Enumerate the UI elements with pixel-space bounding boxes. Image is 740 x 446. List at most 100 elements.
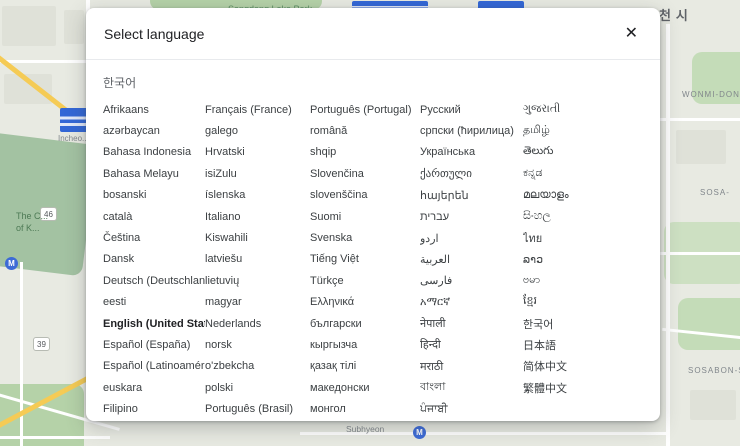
language-item[interactable]: فارسی [420,270,523,291]
language-item[interactable]: اردو [420,227,523,248]
language-item[interactable]: Ελληνικά [310,292,420,313]
language-item[interactable]: ਪੰਜਾਬੀ [420,398,523,419]
language-item[interactable]: മലയാളം [523,185,652,206]
language-column: Русский српски (ћирилица) Українська ქართულ… [420,99,523,420]
language-item[interactable]: العربية [420,249,523,270]
language-item[interactable]: Español (Latinoamérica) [103,356,205,377]
language-item[interactable]: հայերեն [420,185,523,206]
map-label-left-park: The C... of K... [16,210,48,234]
language-item[interactable]: қазақ тілі [310,356,420,377]
language-item[interactable]: ລາວ [523,249,652,270]
language-item[interactable]: Nederlands [205,313,310,334]
language-item[interactable]: Slovenčina [310,163,420,184]
language-item[interactable]: සිංහල [523,206,652,227]
language-item[interactable]: Tiếng Việt [310,249,420,270]
language-item[interactable]: Dansk [103,249,205,270]
language-item[interactable]: తెలుగు [523,142,652,163]
dialog-title: Select language [104,25,205,42]
language-item[interactable]: 繁體中文 [523,377,652,398]
language-item[interactable]: Filipino [103,398,205,419]
language-item[interactable]: српски (ћирилица) [420,120,523,141]
metro-letter: M [416,428,423,437]
language-item[interactable]: кыргызча [310,334,420,355]
language-item[interactable]: 한국어 [523,313,652,334]
language-item[interactable]: galego [205,120,310,141]
language-item[interactable]: 简体中文 [523,356,652,377]
language-item[interactable]: Svenska [310,227,420,248]
language-item[interactable]: हिन्दी [420,334,523,355]
park-area [678,298,740,350]
road [666,24,670,446]
language-item[interactable]: Deutsch (Deutschland) [103,270,205,291]
language-item[interactable]: ဗမာ [523,270,652,291]
language-item[interactable]: български [310,313,420,334]
language-column: Afrikaans azərbaycan Bahasa Indonesia Bahas… [103,99,205,420]
language-item[interactable]: English (United States) [103,313,205,334]
language-grid: Afrikaans azərbaycan Bahasa Indonesia Bahas… [86,95,660,420]
screen: 46 39 M M Sangdong Lake Park Store Jungd… [0,0,740,446]
language-item[interactable]: ગુજરાતી [523,99,652,120]
language-item[interactable]: монгол [310,398,420,419]
language-item[interactable]: አማርኛ [420,292,523,313]
park-label-line: The C... [16,211,49,221]
language-item[interactable]: Português (Portugal) [310,99,420,120]
park-area [0,131,98,277]
language-item[interactable]: eesti [103,292,205,313]
language-item[interactable]: Suomi [310,206,420,227]
language-item[interactable]: Bahasa Indonesia [103,142,205,163]
language-item[interactable]: தமிழ் [523,120,652,141]
language-item[interactable]: latviešu [205,249,310,270]
language-item[interactable]: norsk [205,334,310,355]
language-column: Português (Portugal) română shqip Slovenčin… [310,99,420,420]
language-item[interactable]: Português (Brasil) [205,398,310,419]
language-item[interactable]: magyar [205,292,310,313]
route-shield: 39 [33,337,50,351]
language-item[interactable]: Español (España) [103,334,205,355]
language-item[interactable]: català [103,206,205,227]
language-item[interactable]: ქართული [420,163,523,184]
road [0,436,110,439]
language-item[interactable]: slovenščina [310,185,420,206]
language-item[interactable]: עברית [420,206,523,227]
language-item[interactable]: Українська [420,142,523,163]
language-item[interactable]: Hrvatski [205,142,310,163]
language-item[interactable]: isiZulu [205,163,310,184]
building-block [2,6,56,46]
language-item[interactable]: Türkçe [310,270,420,291]
language-item[interactable]: Italiano [205,206,310,227]
language-item[interactable]: íslenska [205,185,310,206]
language-item[interactable]: Русский [420,99,523,120]
language-item[interactable]: euskara [103,377,205,398]
language-item[interactable]: ไทย [523,227,652,248]
close-icon[interactable]: ✕ [621,24,642,44]
language-item[interactable]: ಕನ್ನಡ [523,163,652,184]
language-item[interactable]: македонски [310,377,420,398]
language-item[interactable]: Kiswahili [205,227,310,248]
language-item[interactable]: polski [205,377,310,398]
language-item[interactable]: Afrikaans [103,99,205,120]
building-block [64,10,84,44]
language-item[interactable]: română [310,120,420,141]
map-label-subhyeon: Subhyeon [346,424,385,434]
map-label-sosa: SOSA- [700,188,730,197]
language-item[interactable]: Français (France) [205,99,310,120]
language-item[interactable]: 日本語 [523,334,652,355]
route-number: 39 [37,339,46,349]
metro-letter: M [8,259,15,268]
language-item[interactable]: ខ្មែរ [523,292,652,313]
language-item[interactable]: bosanski [103,185,205,206]
language-item[interactable]: नेपाली [420,313,523,334]
language-item[interactable]: azərbaycan [103,120,205,141]
language-item[interactable]: o'zbekcha [205,356,310,377]
road [660,118,740,121]
language-item[interactable]: shqip [310,142,420,163]
select-language-dialog: Select language ✕ 한국어 Afrikaans azərbayca… [86,8,660,421]
language-item[interactable]: বাংলা [420,377,523,398]
language-item[interactable]: Čeština [103,227,205,248]
park-label-line: of K... [16,223,40,233]
language-item[interactable]: lietuvių [205,270,310,291]
language-item[interactable]: Bahasa Melayu [103,163,205,184]
language-column: Français (France) galego Hrvatski isiZulu ís… [205,99,310,420]
map-label-incheon: Incheo... [58,134,89,143]
language-item[interactable]: मराठी [420,356,523,377]
